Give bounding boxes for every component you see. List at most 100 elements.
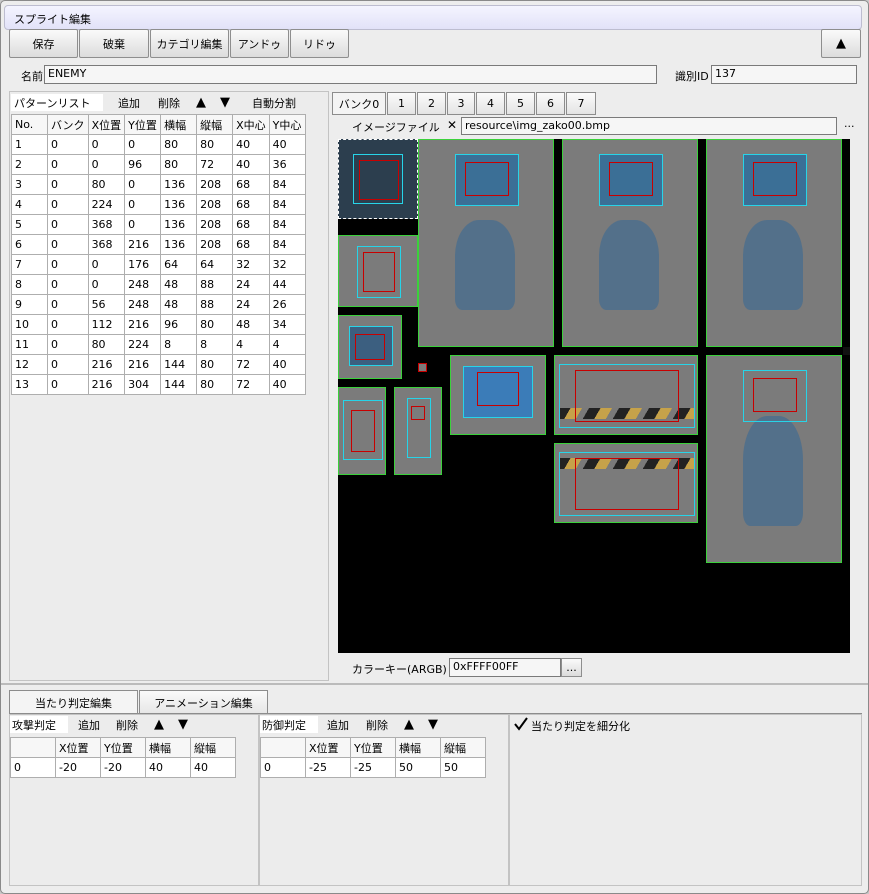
defense-delete-button[interactable]: 削除: [361, 716, 393, 733]
table-cell[interactable]: 5: [11, 214, 48, 235]
table-cell[interactable]: 0: [47, 154, 89, 175]
table-cell[interactable]: 72: [232, 354, 270, 375]
table-cell[interactable]: 36: [268, 154, 306, 175]
defense-tab[interactable]: 防御判定: [260, 716, 318, 733]
table-cell[interactable]: -25: [305, 757, 351, 778]
table-cell[interactable]: 34: [268, 314, 306, 335]
table-row[interactable]: 2 0 0 96 80 72 40 36: [11, 154, 306, 175]
sprite-canvas[interactable]: [338, 139, 850, 653]
table-cell[interactable]: 50: [440, 757, 486, 778]
table-cell[interactable]: 72: [232, 374, 270, 395]
table-cell[interactable]: 224: [124, 334, 162, 355]
bank-tab-7[interactable]: 7: [566, 92, 596, 115]
table-row[interactable]: 10 0 112 216 96 80 48 34: [11, 314, 306, 335]
color-key-input[interactable]: 0xFFFF00FF: [449, 658, 561, 677]
discard-button[interactable]: 破棄: [79, 29, 149, 58]
table-cell[interactable]: 3: [11, 174, 48, 195]
table-cell[interactable]: 40: [268, 374, 306, 395]
table-cell[interactable]: 84: [268, 234, 306, 255]
table-cell[interactable]: 248: [124, 294, 162, 315]
collapse-button[interactable]: ▲: [821, 29, 861, 58]
table-cell[interactable]: 84: [268, 214, 306, 235]
table-cell[interactable]: 304: [124, 374, 162, 395]
sprite-pattern-10[interactable]: [450, 355, 546, 435]
table-cell[interactable]: 216: [87, 374, 126, 395]
sprite-pattern-6[interactable]: [706, 355, 842, 563]
table-cell[interactable]: 32: [232, 254, 270, 275]
table-cell[interactable]: 80: [196, 134, 234, 155]
clear-image-icon[interactable]: ✕: [447, 118, 457, 132]
sprite-pattern-7[interactable]: [338, 315, 402, 379]
table-cell[interactable]: 368: [87, 234, 126, 255]
table-cell[interactable]: 48: [160, 274, 198, 295]
table-cell[interactable]: 88: [196, 294, 234, 315]
table-cell[interactable]: 48: [160, 294, 198, 315]
sprite-pattern-8[interactable]: [338, 387, 386, 475]
table-cell[interactable]: 0: [47, 374, 89, 395]
auto-split-button[interactable]: 自動分割: [243, 94, 305, 111]
table-cell[interactable]: 8: [11, 274, 48, 295]
table-cell[interactable]: 10: [11, 314, 48, 335]
table-row[interactable]: 6 0 368 216 136 208 68 84: [11, 234, 306, 255]
table-row[interactable]: 1 0 0 0 80 80 40 40: [11, 134, 306, 155]
bank-tab-6[interactable]: 6: [536, 92, 565, 115]
table-row[interactable]: 5 0 368 0 136 208 68 84: [11, 214, 306, 235]
table-cell[interactable]: 9: [11, 294, 48, 315]
name-input[interactable]: ENEMY: [44, 65, 657, 84]
table-cell[interactable]: 68: [232, 194, 270, 215]
table-cell[interactable]: 0: [47, 134, 89, 155]
pattern-list-tab[interactable]: パターンリスト: [11, 94, 103, 111]
table-cell[interactable]: 0: [87, 254, 126, 275]
table-cell[interactable]: 0: [47, 214, 89, 235]
table-cell[interactable]: 0: [124, 174, 162, 195]
pattern-delete-button[interactable]: 削除: [151, 94, 187, 111]
table-cell[interactable]: 176: [124, 254, 162, 275]
table-cell[interactable]: 248: [124, 274, 162, 295]
defense-up-button[interactable]: ▲: [399, 716, 419, 733]
table-cell[interactable]: 13: [11, 374, 48, 395]
table-cell[interactable]: 96: [160, 314, 198, 335]
attack-down-button[interactable]: ▼: [173, 716, 193, 733]
table-cell[interactable]: 11: [11, 334, 48, 355]
table-cell[interactable]: 216: [124, 314, 162, 335]
table-cell[interactable]: 48: [232, 314, 270, 335]
table-cell[interactable]: 68: [232, 174, 270, 195]
table-cell[interactable]: 24: [232, 274, 270, 295]
undo-button[interactable]: アンドゥ: [230, 29, 289, 58]
table-row[interactable]: 0 -25 -25 50 50: [260, 757, 486, 778]
table-cell[interactable]: 0: [87, 134, 126, 155]
table-cell[interactable]: 12: [11, 354, 48, 375]
sprite-pattern-5[interactable]: [706, 139, 842, 347]
table-cell[interactable]: 80: [196, 314, 234, 335]
table-cell[interactable]: 40: [268, 134, 306, 155]
table-cell[interactable]: 50: [395, 757, 441, 778]
table-cell[interactable]: 208: [196, 174, 234, 195]
table-cell[interactable]: 80: [196, 374, 234, 395]
tab-animation-edit[interactable]: アニメーション編集: [139, 690, 268, 714]
bank-tab-2[interactable]: 2: [417, 92, 446, 115]
table-cell[interactable]: 40: [268, 354, 306, 375]
table-cell[interactable]: 208: [196, 214, 234, 235]
table-cell[interactable]: 80: [160, 154, 198, 175]
attack-tab[interactable]: 攻撃判定: [10, 716, 68, 733]
defense-down-button[interactable]: ▼: [423, 716, 443, 733]
table-cell[interactable]: 96: [124, 154, 162, 175]
table-cell[interactable]: 136: [160, 214, 198, 235]
table-cell[interactable]: 4: [11, 194, 48, 215]
table-row[interactable]: 12 0 216 216 144 80 72 40: [11, 354, 306, 375]
table-cell[interactable]: 216: [124, 354, 162, 375]
table-row[interactable]: 9 0 56 248 48 88 24 26: [11, 294, 306, 315]
defense-add-button[interactable]: 追加: [322, 716, 354, 733]
sprite-pattern-2[interactable]: [338, 235, 418, 307]
sprite-pattern-1[interactable]: [338, 139, 418, 219]
table-cell[interactable]: 68: [232, 234, 270, 255]
table-cell[interactable]: 64: [160, 254, 198, 275]
table-cell[interactable]: 0: [47, 274, 89, 295]
table-cell[interactable]: 4: [232, 334, 270, 355]
table-cell[interactable]: 6: [11, 234, 48, 255]
table-cell[interactable]: 84: [268, 194, 306, 215]
redo-button[interactable]: リドゥ: [290, 29, 349, 58]
table-row[interactable]: 8 0 0 248 48 88 24 44: [11, 274, 306, 295]
table-cell[interactable]: 80: [160, 134, 198, 155]
table-cell[interactable]: 208: [196, 194, 234, 215]
